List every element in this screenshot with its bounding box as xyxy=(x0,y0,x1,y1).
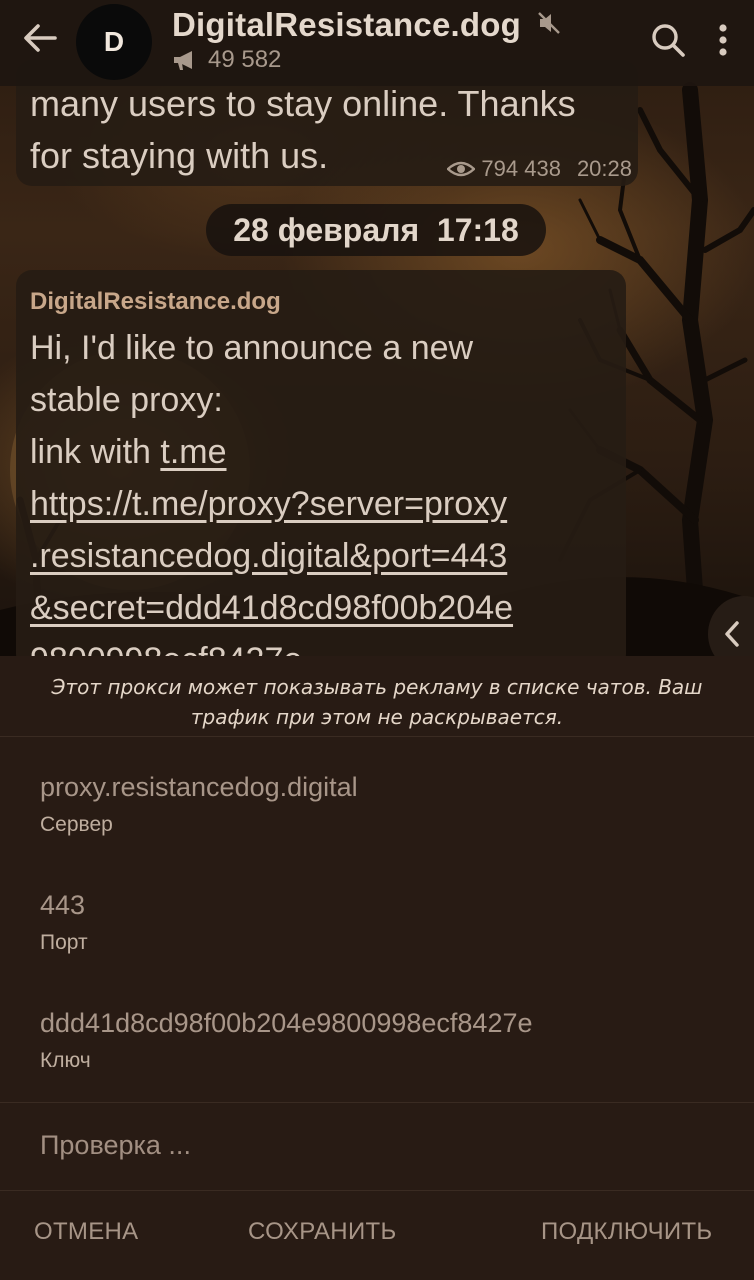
post-line: Hi, I'd like to announce a new xyxy=(30,329,474,367)
proxy-url-link[interactable]: &secret=ddd41d8cd98f00b204e xyxy=(30,582,513,634)
proxy-post-bubble[interactable]: DigitalResistance.dog Hi, I'd like to an… xyxy=(16,270,626,670)
secret-label: Ключ xyxy=(40,1049,91,1072)
chevron-left-icon xyxy=(725,621,739,647)
post-line: link with t.me xyxy=(30,433,227,471)
secret-value: ddd41d8cd98f00b204e9800998ecf8427e xyxy=(40,1008,533,1038)
more-options-button[interactable] xyxy=(706,18,740,62)
channel-title[interactable]: DigitalResistance.dog xyxy=(172,6,521,44)
mute-icon xyxy=(538,12,560,34)
port-value: 443 xyxy=(40,890,86,920)
date-separator: 28 февраля 17:18 xyxy=(206,204,546,256)
cancel-button[interactable]: ОТМЕНА xyxy=(34,1218,138,1246)
port-label: Порт xyxy=(40,931,88,954)
divider xyxy=(0,1102,754,1103)
server-value: proxy.resistancedog.digital xyxy=(40,772,358,802)
port-field: 443 Порт xyxy=(40,890,88,955)
server-label: Сервер xyxy=(40,813,113,836)
search-button[interactable] xyxy=(646,18,690,62)
megaphone-icon xyxy=(174,51,192,70)
proxy-url-link[interactable]: https://t.me/proxy?server=proxy xyxy=(30,478,513,530)
connect-button[interactable]: ПОДКЛЮЧИТЬ xyxy=(541,1218,712,1246)
proxy-url-link[interactable]: .resistancedog.digital&port=443 xyxy=(30,530,513,582)
divider xyxy=(0,1190,754,1191)
divider xyxy=(0,736,754,737)
proxy-bottom-sheet: Этот прокси может показывать рекламу в с… xyxy=(0,656,754,1280)
back-button[interactable] xyxy=(18,18,62,58)
secret-field: ddd41d8cd98f00b204e9800998ecf8427e Ключ xyxy=(40,1008,533,1073)
server-field: proxy.resistancedog.digital Сервер xyxy=(40,772,358,837)
search-icon xyxy=(652,24,685,57)
post-line: stable proxy: xyxy=(30,381,223,419)
post-body: Hi, I'd like to announce a new stable pr… xyxy=(30,322,513,670)
subscriber-count: 49 582 xyxy=(208,46,282,73)
chat-header: D DigitalResistance.dog 49 582 xyxy=(0,0,754,86)
ad-warning-text: Этот прокси может показывать рекламу в с… xyxy=(51,675,703,729)
channel-avatar[interactable]: D xyxy=(76,4,152,80)
message-meta: 794 438 20:28 xyxy=(447,156,632,182)
tme-link[interactable]: t.me xyxy=(160,433,226,471)
more-vert-icon xyxy=(719,24,727,56)
eye-icon xyxy=(447,161,476,177)
sheet-actions: ОТМЕНА СОХРАНИТЬ ПОДКЛЮЧИТЬ xyxy=(0,1218,754,1258)
save-button[interactable]: СОХРАНИТЬ xyxy=(248,1218,397,1246)
subscriber-info: 49 582 xyxy=(172,46,281,74)
message-time: 20:28 xyxy=(576,156,632,181)
connection-check-status: Проверка ... xyxy=(40,1130,191,1160)
view-count: 794 438 xyxy=(481,156,561,181)
back-arrow-icon xyxy=(24,24,57,52)
post-author[interactable]: DigitalResistance.dog xyxy=(30,288,281,316)
